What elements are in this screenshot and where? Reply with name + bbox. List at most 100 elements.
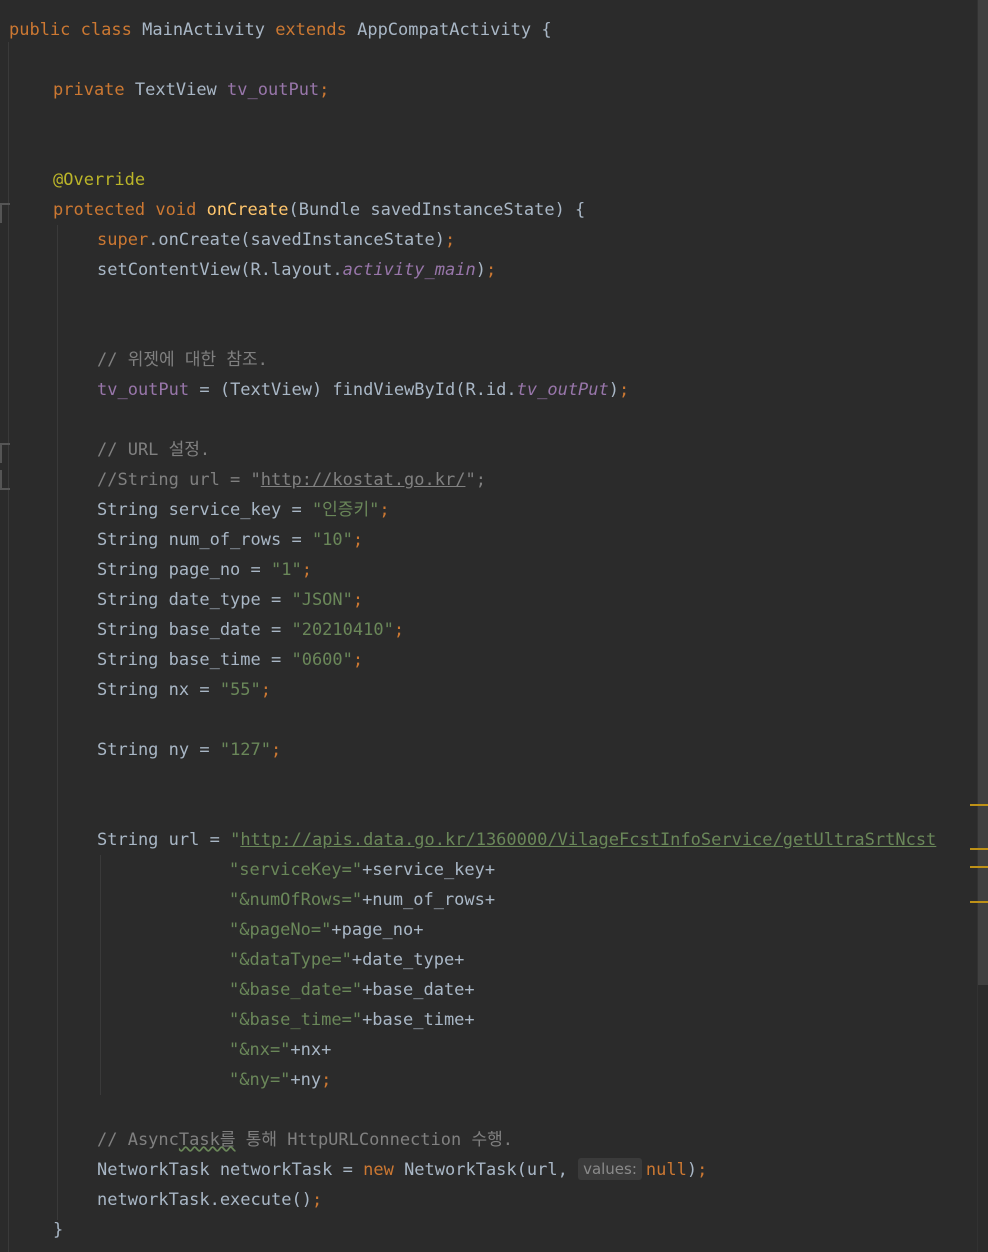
var-value: "20210410": [291, 620, 394, 640]
var-value: "0600": [291, 650, 353, 670]
parameter-hint: values:: [578, 1158, 642, 1180]
code-line-url-param[interactable]: "&dataType="+date_type+: [229, 945, 464, 975]
code-line-string-var[interactable]: String service_key = "인증키";: [97, 495, 390, 525]
code-line-close-brace[interactable]: }: [53, 1215, 63, 1245]
comment-link[interactable]: http://kostat.go.kr/: [261, 470, 466, 490]
code-line-string-var[interactable]: String num_of_rows = "10";: [97, 525, 363, 555]
code-line-super-call[interactable]: super.onCreate(savedInstanceState);: [97, 225, 455, 255]
code-line-network-task[interactable]: NetworkTask networkTask = new NetworkTas…: [97, 1155, 707, 1185]
comment-post: ";: [465, 470, 486, 490]
code-line-url-param[interactable]: "&ny="+ny;: [229, 1065, 331, 1095]
code-line-comment-widget[interactable]: // 위젯에 대한 참조.: [97, 345, 268, 375]
code-line-execute[interactable]: networkTask.execute();: [97, 1185, 322, 1215]
url-decl: String url =: [97, 830, 231, 850]
semicolon: ;: [352, 590, 364, 610]
code-line-url-param[interactable]: "&nx="+nx+: [229, 1035, 331, 1065]
url-quote: ": [230, 830, 241, 850]
var-decl: String num_of_rows =: [97, 530, 312, 550]
keyword-void: void: [155, 200, 197, 220]
code-line-url-param[interactable]: "serviceKey="+service_key+: [229, 855, 495, 885]
semicolon: ;: [321, 1070, 332, 1090]
error-stripe-marker[interactable]: [970, 901, 988, 903]
scrollbar-thumb[interactable]: [978, 0, 988, 985]
fold-marker-icon[interactable]: [0, 203, 10, 223]
code-line-url-param[interactable]: "&base_date="+base_date+: [229, 975, 475, 1005]
param-string: "&base_time=": [229, 1010, 363, 1030]
find-view-post: ): [608, 380, 620, 400]
indent-guide: [8, 42, 9, 1252]
var-value: "1": [271, 560, 302, 580]
code-line-url[interactable]: String url = "http://apis.data.go.kr/136…: [97, 825, 936, 855]
error-stripe-marker[interactable]: [970, 866, 988, 868]
class-name: MainActivity: [142, 20, 265, 40]
param-string: "&pageNo=": [229, 920, 332, 940]
code-line-string-var[interactable]: String page_no = "1";: [97, 555, 312, 585]
semicolon: ;: [271, 740, 282, 760]
method-name: onCreate: [206, 200, 289, 220]
code-line-set-content-view[interactable]: setContentView(R.layout.activity_main);: [97, 255, 496, 285]
comment-pre: // Async: [97, 1130, 179, 1150]
code-line-find-view[interactable]: tv_outPut = (TextView) findViewById(R.id…: [97, 375, 629, 405]
code-line-string-var[interactable]: String date_type = "JSON";: [97, 585, 363, 615]
code-line-method-declaration[interactable]: protected void onCreate(Bundle savedInst…: [53, 195, 585, 225]
param-rest: +ny: [290, 1070, 322, 1090]
keyword-super: super: [97, 230, 149, 250]
field-name: tv_outPut: [227, 80, 320, 100]
comment-pre: //String url = ": [97, 470, 261, 490]
var-value: "55": [219, 680, 261, 700]
keyword-new: new: [363, 1160, 394, 1180]
error-stripe-marker[interactable]: [970, 848, 988, 850]
code-line-class-declaration[interactable]: public class MainActivity extends AppCom…: [9, 15, 552, 45]
param-rest: +nx+: [290, 1040, 332, 1060]
comment-post: 통해 HttpURLConnection 수행.: [235, 1130, 513, 1150]
param-string: "&dataType=": [229, 950, 352, 970]
fold-marker-icon[interactable]: [0, 443, 10, 463]
fold-marker-icon[interactable]: [0, 470, 10, 490]
param-string: "&base_date=": [229, 980, 363, 1000]
param-rest: +date_type+: [351, 950, 465, 970]
url-link[interactable]: http://apis.data.go.kr/1360000/VilageFcs…: [240, 830, 936, 850]
super-call-rest: .onCreate(savedInstanceState): [148, 230, 445, 250]
var-decl: String service_key =: [97, 500, 312, 520]
var-value: "인증키": [311, 500, 380, 520]
semicolon: ;: [260, 680, 272, 700]
code-editor[interactable]: public class MainActivity extends AppCom…: [0, 0, 978, 1252]
param-rest: +base_time+: [362, 1010, 475, 1030]
var-decl: String nx =: [97, 680, 220, 700]
param-string: "&ny=": [229, 1070, 291, 1090]
code-line-string-var[interactable]: String base_time = "0600";: [97, 645, 363, 675]
var-decl: String base_date =: [97, 620, 292, 640]
method-params: (Bundle savedInstanceState) {: [288, 200, 586, 220]
code-line-comment-async[interactable]: // AsyncTask를 통해 HttpURLConnection 수행.: [97, 1125, 513, 1155]
code-line-string-var[interactable]: String base_date = "20210410";: [97, 615, 404, 645]
code-line-string-var[interactable]: String nx = "55";: [97, 675, 271, 705]
parent-class: AppCompatActivity: [357, 20, 532, 40]
var-decl: String base_time =: [97, 650, 292, 670]
semicolon: ;: [393, 620, 405, 640]
code-line-annotation[interactable]: @Override: [53, 165, 145, 195]
semicolon: ;: [311, 1190, 323, 1210]
vertical-scrollbar[interactable]: [977, 0, 988, 1252]
keyword-null: null: [645, 1160, 687, 1180]
task-post: ): [686, 1160, 698, 1180]
param-string: "&nx=": [229, 1040, 291, 1060]
code-line-url-param[interactable]: "&numOfRows="+num_of_rows+: [229, 885, 495, 915]
code-line-string-var[interactable]: String ny = "127";: [97, 735, 281, 765]
spelling-warning[interactable]: Task를: [179, 1130, 236, 1150]
code-line-comment-string-url[interactable]: //String url = "http://kostat.go.kr/";: [97, 465, 486, 495]
set-content-pre: setContentView(R.layout.: [97, 260, 343, 280]
semicolon: ;: [697, 1160, 708, 1180]
id-field: tv_outPut: [516, 380, 609, 400]
keyword-public: public: [9, 20, 71, 40]
code-line-url-param[interactable]: "&base_time="+base_time+: [229, 1005, 475, 1035]
param-rest: +service_key+: [362, 860, 496, 880]
keyword-protected: protected: [53, 200, 146, 220]
code-line-field[interactable]: private TextView tv_outPut;: [53, 75, 329, 105]
task-call: NetworkTask(url,: [393, 1160, 579, 1180]
target-field: tv_outPut: [97, 380, 190, 400]
code-line-url-param[interactable]: "&pageNo="+page_no+: [229, 915, 423, 945]
error-stripe-marker[interactable]: [970, 804, 988, 806]
code-line-comment-url[interactable]: // URL 설정.: [97, 435, 210, 465]
var-decl: String ny =: [97, 740, 220, 760]
semicolon: ;: [379, 500, 390, 520]
